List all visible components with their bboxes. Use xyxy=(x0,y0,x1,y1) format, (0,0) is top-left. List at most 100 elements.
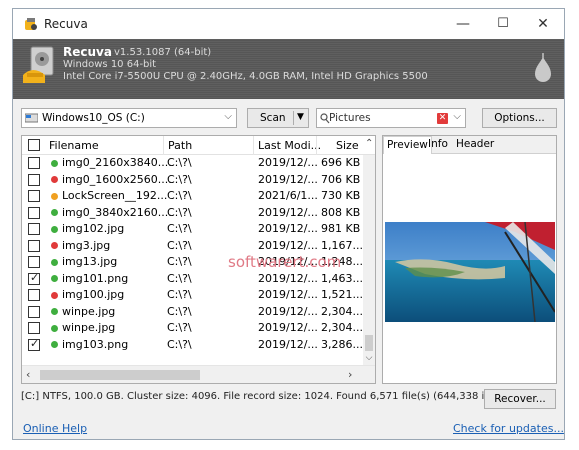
table-row[interactable]: winpe.jpg C:\?\ 2019/12/... 2,304... xyxy=(22,320,363,337)
split-divider xyxy=(293,111,294,125)
scroll-left-icon[interactable]: ‹ xyxy=(26,368,30,381)
table-row[interactable]: img103.png C:\?\ 2019/12/...3,286... xyxy=(22,337,363,354)
row-checkbox[interactable] xyxy=(28,157,40,169)
drive-select[interactable]: Windows10_OS (C:) ⌵ xyxy=(21,108,237,128)
path-cell: C:\?\ xyxy=(167,321,192,334)
modified-cell: 2019/12/... xyxy=(258,321,318,334)
modified-cell: 2019/12/... xyxy=(258,288,318,301)
table-row[interactable]: img0_2160x3840.... C:\?\ 2019/12/... 696 KB xyxy=(22,155,362,172)
row-checkbox[interactable] xyxy=(28,337,40,351)
scrollbar-thumb[interactable] xyxy=(365,335,373,351)
file-list-header: Filename Path Last Modi... Size ⌃ xyxy=(22,136,375,155)
recuva-window: Recuva — ☐ ✕ Recuva v1.53.1087 (64-bit) … xyxy=(12,8,565,440)
column-path[interactable]: Path xyxy=(168,139,192,152)
path-cell: C:\?\ xyxy=(167,337,192,351)
clear-filter-icon[interactable]: ✕ xyxy=(437,113,448,124)
size-cell: 1,521... xyxy=(321,288,363,301)
modified-cell: 2019/12/... xyxy=(258,304,318,318)
scan-button-label: Scan xyxy=(260,112,286,124)
row-checkbox[interactable] xyxy=(28,239,40,252)
column-separator xyxy=(316,136,317,155)
table-row[interactable]: img0_3840x2160.... C:\?\ 2019/12/... 808 KB xyxy=(22,205,362,222)
table-row[interactable]: LockScreen__192... C:\?\ 2021/6/1... 730 KB xyxy=(22,188,362,205)
watermark: softwarert.com xyxy=(228,253,342,271)
size-cell: 1,167... xyxy=(321,238,363,252)
path-cell: C:\?\ xyxy=(167,288,192,301)
path-cell: C:\?\ xyxy=(167,222,192,235)
scrollbar-thumb[interactable] xyxy=(40,370,200,380)
size-cell: 730 KB xyxy=(321,189,361,202)
recovery-status-icon xyxy=(51,176,58,183)
row-checkbox[interactable] xyxy=(28,322,40,334)
row-checkbox[interactable] xyxy=(28,223,40,235)
table-row[interactable]: img100.jpg C:\?\ 2019/12/... 1,521... xyxy=(22,287,363,304)
size-cell: 808 KB xyxy=(321,205,361,219)
column-last-modified[interactable]: Last Modi... xyxy=(258,139,321,152)
recovery-status-icon xyxy=(51,258,58,266)
row-checkbox[interactable] xyxy=(28,190,40,202)
recovery-status-icon xyxy=(51,324,58,332)
path-cell: C:\?\ xyxy=(167,189,192,202)
row-checkbox[interactable] xyxy=(28,256,40,268)
toolbar: Windows10_OS (C:) ⌵ Scan ▼ Pictures ✕ ⌵ … xyxy=(13,99,564,135)
column-separator xyxy=(163,136,164,155)
column-filename[interactable]: Filename xyxy=(49,139,99,152)
size-cell: 3,286... xyxy=(321,337,363,351)
path-cell: C:\?\ xyxy=(167,205,192,219)
close-button[interactable]: ✕ xyxy=(532,13,554,35)
path-cell: C:\?\ xyxy=(167,271,192,285)
tab-header[interactable]: Header xyxy=(453,136,497,154)
table-row[interactable]: img3.jpg C:\?\ 2019/12/... 1,167... xyxy=(22,238,363,255)
chevron-down-icon[interactable]: ⌵ xyxy=(453,111,461,122)
scan-button[interactable]: Scan ▼ xyxy=(247,108,309,128)
filename-cell: img101.png xyxy=(62,271,129,285)
preview-panel: Preview Info Header xyxy=(382,135,557,384)
scroll-right-icon[interactable]: › xyxy=(348,368,352,381)
scroll-down-icon[interactable]: ⌵ xyxy=(363,353,375,363)
scan-dropdown-arrow-icon[interactable]: ▼ xyxy=(297,112,304,122)
row-checkbox[interactable] xyxy=(28,271,40,285)
path-cell: C:\?\ xyxy=(167,304,192,318)
sort-ascending-icon: ⌃ xyxy=(365,138,374,149)
size-cell: 2,304... xyxy=(321,304,363,318)
table-row[interactable]: winpe.jpg C:\?\ 2019/12/... 2,304... xyxy=(22,304,363,321)
check-updates-link[interactable]: Check for updates... xyxy=(453,422,564,435)
maximize-button[interactable]: ☐ xyxy=(492,13,514,35)
size-cell: 981 KB xyxy=(321,222,361,235)
online-help-link[interactable]: Online Help xyxy=(23,422,87,435)
piriform-pear-icon xyxy=(535,53,551,82)
filename-cell: img103.png xyxy=(62,337,129,351)
vertical-scrollbar[interactable]: ⌵ xyxy=(363,155,375,365)
options-button[interactable]: Options... xyxy=(482,108,557,128)
size-cell: 696 KB xyxy=(321,156,361,169)
table-row[interactable]: img0_1600x2560.... C:\?\ 2019/12/... 706 KB xyxy=(22,172,362,189)
select-all-checkbox[interactable] xyxy=(28,139,40,151)
system-info-banner: Recuva v1.53.1087 (64-bit) Windows 10 64… xyxy=(13,39,564,99)
modified-cell: 2019/12/... xyxy=(258,238,318,252)
column-size[interactable]: Size xyxy=(336,139,359,152)
table-row[interactable]: img101.png C:\?\ 2019/12/...1,463... xyxy=(22,271,363,288)
row-checkbox[interactable] xyxy=(28,305,40,318)
filename-cell: LockScreen__192... xyxy=(62,189,168,202)
os-info: Windows 10 64-bit xyxy=(63,59,157,70)
hardware-info: Intel Core i7-5500U CPU @ 2.40GHz, 4.0GB… xyxy=(63,71,428,82)
chevron-down-icon: ⌵ xyxy=(224,111,232,122)
recover-button[interactable]: Recover... xyxy=(484,389,556,409)
file-type-filter[interactable]: Pictures ✕ ⌵ xyxy=(316,108,466,128)
row-checkbox[interactable] xyxy=(28,206,40,219)
table-row[interactable]: img102.jpg C:\?\ 2019/12/... 981 KB xyxy=(22,221,362,238)
preview-tabs: Preview Info Header xyxy=(383,136,556,154)
size-cell: 706 KB xyxy=(321,172,361,186)
filename-cell: img0_1600x2560.... xyxy=(62,172,172,186)
row-checkbox[interactable] xyxy=(28,173,40,186)
row-checkbox[interactable] xyxy=(28,289,40,301)
recovery-status-icon xyxy=(51,159,58,167)
scan-status-text: [C:] NTFS, 100.0 GB. Cluster size: 4096.… xyxy=(21,391,537,402)
tab-info[interactable]: Info xyxy=(425,136,451,154)
modified-cell: 2021/6/1... xyxy=(258,189,318,202)
minimize-button[interactable]: — xyxy=(452,13,474,35)
filename-cell: img13.jpg xyxy=(62,255,118,268)
modified-cell: 2019/12/... xyxy=(258,222,318,235)
horizontal-scrollbar[interactable]: ‹ › xyxy=(22,365,375,383)
path-cell: C:\?\ xyxy=(167,156,192,169)
